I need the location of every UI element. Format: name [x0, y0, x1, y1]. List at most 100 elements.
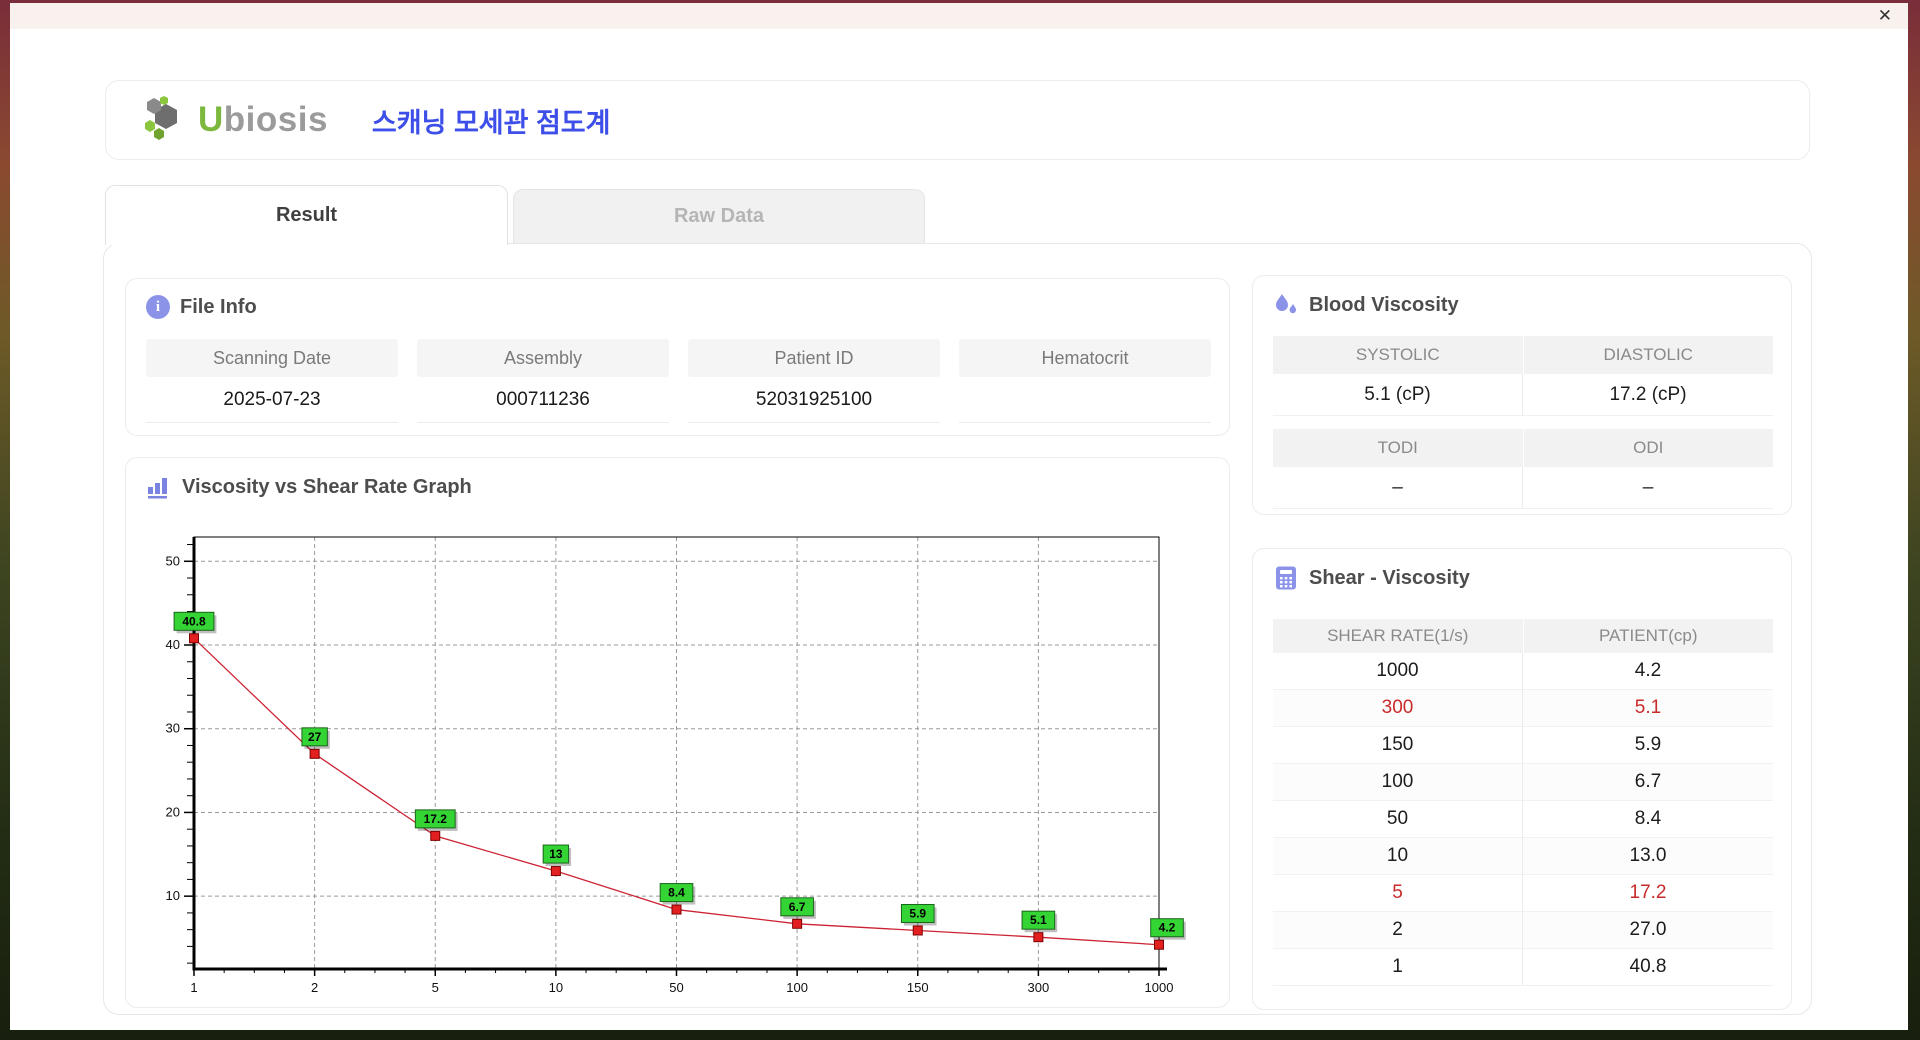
data-point-marker: [189, 633, 199, 644]
svg-text:100: 100: [786, 980, 808, 995]
field-label: Scanning Date: [146, 339, 398, 377]
info-icon: i: [146, 295, 170, 319]
field-label: Hematocrit: [959, 339, 1211, 377]
field-value: [959, 377, 1211, 423]
app-title-korean: 스캐닝 모세관 점도계: [371, 107, 611, 138]
calculator-icon: [1276, 566, 1296, 590]
blood-viscosity-section: TODI ODI – –: [1273, 429, 1773, 509]
table-row: 300 5.1: [1273, 690, 1773, 727]
svg-text:6.7: 6.7: [789, 900, 806, 914]
brand-logo: Ubiosis: [140, 94, 328, 146]
shear-rate-cell: 150: [1273, 727, 1523, 764]
table-header-row: SHEAR RATE(1/s) PATIENT(cp): [1273, 619, 1773, 653]
column-header: DIASTOLIC: [1523, 336, 1773, 374]
patient-cell: 5.1: [1523, 690, 1773, 727]
section-value-row: 5.1 (cP) 17.2 (cP): [1273, 374, 1773, 416]
data-point-marker: [1154, 939, 1164, 950]
shear-rate-cell: 100: [1273, 764, 1523, 801]
svg-text:5.9: 5.9: [909, 906, 926, 920]
data-point-marker: [430, 830, 441, 841]
svg-text:150: 150: [907, 980, 929, 995]
table-row: 1000 4.2: [1273, 653, 1773, 690]
svg-text:5.1: 5.1: [1030, 913, 1047, 927]
brand-name: Ubiosis: [198, 100, 328, 139]
column-header: SYSTOLIC: [1273, 336, 1523, 374]
svg-text:1: 1: [190, 980, 197, 995]
svg-text:20: 20: [166, 804, 180, 819]
data-point-marker: [912, 925, 923, 936]
svg-text:4.2: 4.2: [1159, 921, 1176, 935]
file-info-field: Hematocrit: [959, 339, 1211, 423]
column-header: SHEAR RATE(1/s): [1273, 619, 1523, 653]
tab-raw-data[interactable]: Raw Data: [513, 189, 925, 243]
file-info-fields: Scanning Date 2025-07-23 Assembly 000711236…: [146, 339, 1211, 423]
svg-text:27: 27: [308, 730, 322, 744]
patient-cell: 6.7: [1523, 764, 1773, 801]
svg-text:5: 5: [432, 980, 439, 995]
value-cell: 17.2 (cP): [1523, 374, 1773, 416]
shear-rate-cell: 50: [1273, 801, 1523, 838]
file-info-title: File Info: [180, 295, 257, 318]
viscosity-graph-card: Viscosity vs Shear Rate Graph 10 20 30 40 50…: [125, 457, 1230, 1008]
viscosity-chart: 10 20 30 40 50 1 2 5 10 50 100 150 300 1000 40.8 27 17.2…: [166, 536, 1186, 995]
field-value: 2025-07-23: [146, 377, 398, 423]
section-header-row: SYSTOLIC DIASTOLIC: [1273, 336, 1773, 374]
value-cell: –: [1523, 467, 1773, 509]
svg-text:40.8: 40.8: [182, 614, 206, 628]
svg-text:10: 10: [549, 980, 563, 995]
table-row: 5 17.2: [1273, 875, 1773, 912]
file-info-field: Assembly 000711236: [417, 339, 669, 423]
close-icon[interactable]: ✕: [1878, 5, 1892, 27]
svg-text:2: 2: [311, 980, 318, 995]
shear-rate-cell: 1: [1273, 949, 1523, 986]
patient-cell: 5.9: [1523, 727, 1773, 764]
shear-rate-cell: 1000: [1273, 653, 1523, 690]
patient-cell: 27.0: [1523, 912, 1773, 949]
file-info-field: Patient ID 52031925100: [688, 339, 940, 423]
hexagon-cluster-logo: [145, 96, 177, 140]
shear-viscosity-title: Shear - Viscosity: [1309, 566, 1470, 589]
svg-text:13: 13: [549, 847, 563, 861]
table-row: 150 5.9: [1273, 727, 1773, 764]
data-point-marker: [1033, 932, 1044, 943]
table-row: 10 13.0: [1273, 838, 1773, 875]
blood-viscosity-title: Blood Viscosity: [1309, 293, 1459, 316]
table-row: 1 40.8: [1273, 949, 1773, 986]
tab-result[interactable]: Result: [105, 185, 508, 245]
patient-cell: 4.2: [1523, 653, 1773, 690]
svg-text:40: 40: [166, 637, 180, 652]
window-titlebar: ✕: [10, 3, 1908, 29]
svg-text:8.4: 8.4: [668, 886, 685, 900]
svg-text:1000: 1000: [1145, 980, 1174, 995]
svg-text:17.2: 17.2: [424, 812, 448, 826]
patient-cell: 13.0: [1523, 838, 1773, 875]
value-cell: –: [1273, 467, 1523, 509]
data-point-marker: [550, 866, 561, 877]
svg-text:50: 50: [166, 553, 180, 568]
field-label: Patient ID: [688, 339, 940, 377]
bar-chart-icon: [148, 478, 167, 499]
table-row: 50 8.4: [1273, 801, 1773, 838]
table-row: 2 27.0: [1273, 912, 1773, 949]
file-info-card: i File Info Scanning Date 2025-07-23 Assem…: [125, 278, 1230, 436]
shear-viscosity-card: Shear - Viscosity SHEAR RATE(1/s) PATIENT…: [1252, 548, 1792, 1010]
svg-text:30: 30: [166, 721, 180, 736]
value-cell: 5.1 (cP): [1273, 374, 1523, 416]
water-drops-icon: [1276, 294, 1296, 314]
file-info-field: Scanning Date 2025-07-23: [146, 339, 398, 423]
svg-text:50: 50: [669, 980, 683, 995]
data-point-marker: [671, 904, 682, 915]
field-label: Assembly: [417, 339, 669, 377]
shear-viscosity-table: SHEAR RATE(1/s) PATIENT(cp) 1000 4.2 300 5.1 1…: [1273, 619, 1773, 986]
section-value-row: – –: [1273, 467, 1773, 509]
shear-rate-cell: 5: [1273, 875, 1523, 912]
blood-viscosity-section: SYSTOLIC DIASTOLIC 5.1 (cP) 17.2 (cP): [1273, 336, 1773, 416]
header-bar: Ubiosis 스캐닝 모세관 점도계: [105, 80, 1810, 160]
svg-text:300: 300: [1028, 980, 1050, 995]
column-header: PATIENT(cp): [1523, 619, 1773, 653]
section-header-row: TODI ODI: [1273, 429, 1773, 467]
shear-rate-cell: 300: [1273, 690, 1523, 727]
svg-text:10: 10: [166, 888, 180, 903]
patient-cell: 40.8: [1523, 949, 1773, 986]
data-point-marker: [309, 748, 320, 759]
